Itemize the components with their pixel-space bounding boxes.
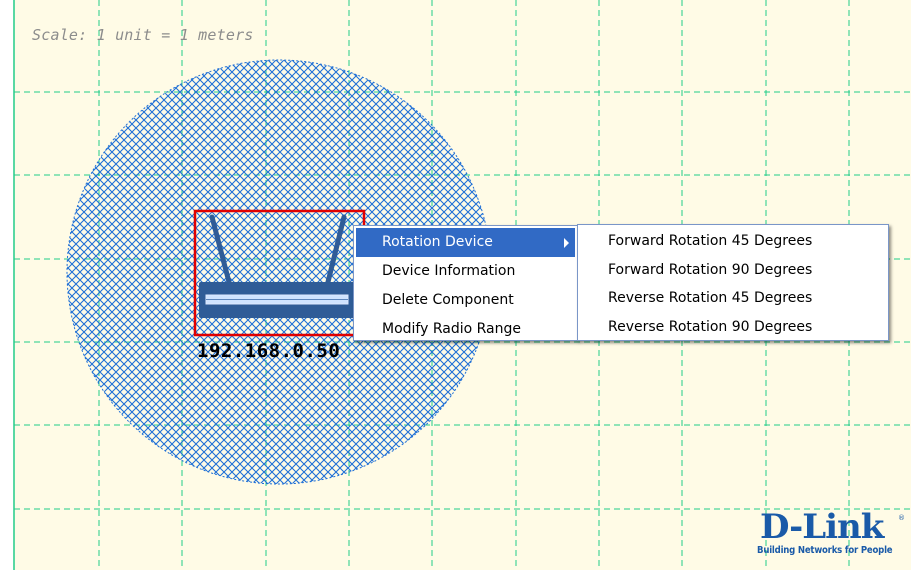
menu-item-device-information[interactable]: Device Information — [356, 257, 575, 286]
menu-item-label: Device Information — [382, 263, 516, 279]
scale-label: Scale: 1 unit = 1 meters — [32, 26, 254, 44]
menu-item-modify-radio-range[interactable]: Modify Radio Range — [356, 315, 575, 344]
menu-item-label: Delete Component — [382, 292, 514, 308]
menu-item-reverse-rotation-90[interactable]: Reverse Rotation 90 Degrees — [580, 313, 886, 342]
logo-trademark: ® — [898, 514, 905, 522]
menu-item-forward-rotation-90[interactable]: Forward Rotation 90 Degrees — [580, 256, 886, 285]
logo-tagline: Building Networks for People — [757, 545, 893, 556]
menu-item-label: Forward Rotation 45 Degrees — [608, 233, 813, 249]
menu-item-label: Reverse Rotation 45 Degrees — [608, 290, 813, 306]
submenu-arrow-icon — [564, 238, 569, 248]
menu-item-rotation-device[interactable]: Rotation Device — [356, 228, 575, 257]
menu-item-delete-component[interactable]: Delete Component — [356, 286, 575, 315]
logo-brand-text: D-Link — [760, 507, 884, 547]
menu-item-label: Forward Rotation 90 Degrees — [608, 261, 813, 278]
menu-item-label: Modify Radio Range — [382, 321, 522, 337]
device-context-menu: Rotation Device Device Information Delet… — [353, 225, 578, 341]
menu-item-label: Rotation Device — [382, 234, 493, 250]
device-ip-label: 192.168.0.50 — [197, 340, 341, 362]
floor-plan-canvas[interactable]: Scale: 1 unit = 1 meters 192.168.0.50 Ro… — [0, 0, 911, 570]
dlink-logo: D-Link ® Building Networks for People — [755, 508, 905, 562]
rotation-submenu: Forward Rotation 45 Degrees Forward Rota… — [577, 224, 889, 341]
menu-item-forward-rotation-45[interactable]: Forward Rotation 45 Degrees — [580, 227, 886, 256]
menu-item-reverse-rotation-45[interactable]: Reverse Rotation 45 Degrees — [580, 284, 886, 313]
menu-item-label: Reverse Rotation 90 Degrees — [608, 318, 813, 335]
